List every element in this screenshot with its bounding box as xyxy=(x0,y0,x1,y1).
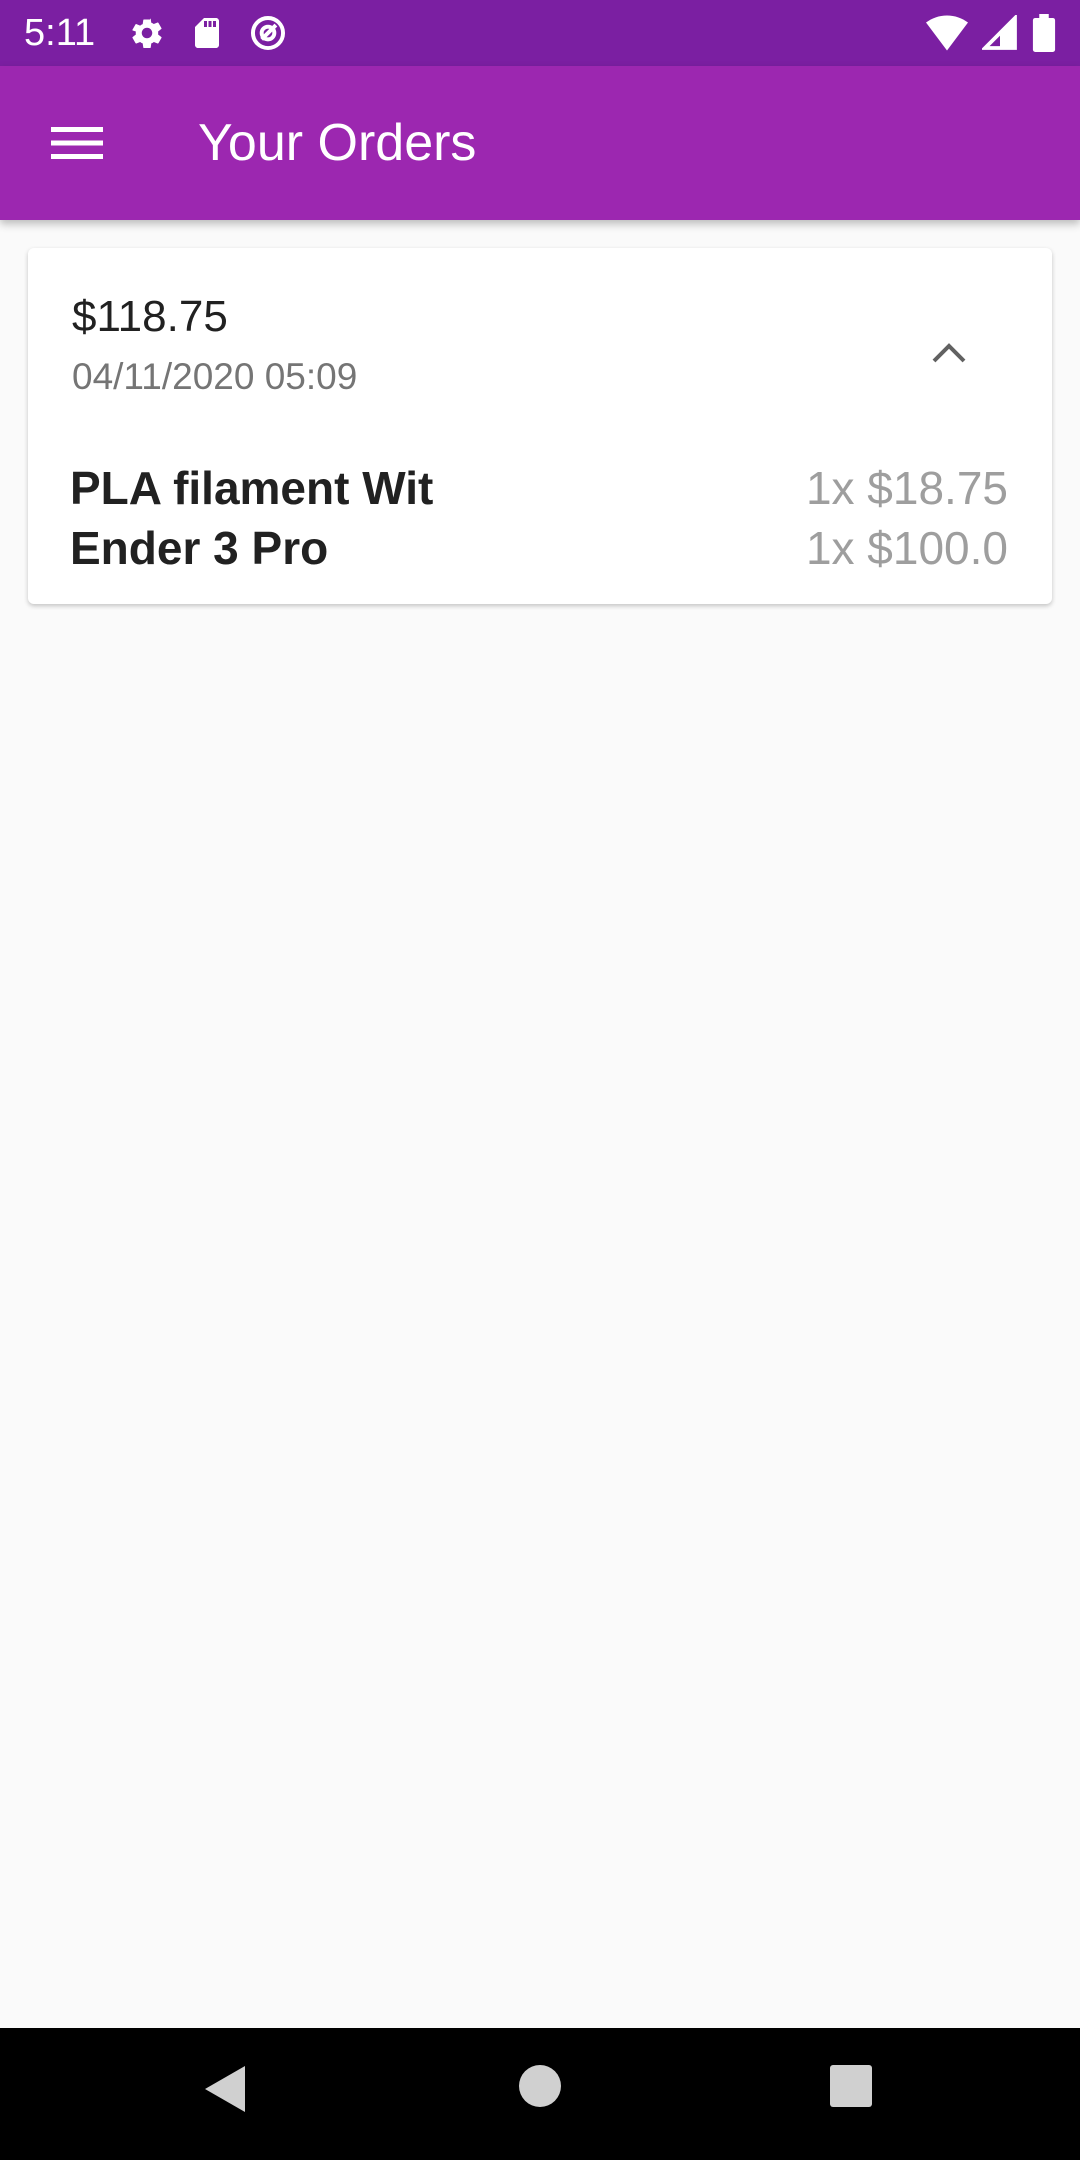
order-items: PLA filament Wit 1x $18.75 Ender 3 Pro 1… xyxy=(70,458,1008,578)
gear-icon xyxy=(129,15,165,51)
collapse-button[interactable] xyxy=(914,318,984,388)
item-name: PLA filament Wit xyxy=(70,462,434,514)
order-total: $118.75 xyxy=(72,292,228,341)
item-qty-price: 1x $18.75 xyxy=(805,462,1008,514)
order-card[interactable]: $118.75 04/11/2020 05:09 PLA filament Wi… xyxy=(28,248,1052,604)
back-icon[interactable] xyxy=(203,2064,247,2114)
status-icons-left xyxy=(129,14,287,52)
menu-button[interactable] xyxy=(0,66,154,220)
status-icons-right xyxy=(926,14,1056,52)
item-name: Ender 3 Pro xyxy=(70,522,329,574)
status-bar: 5:11 xyxy=(0,0,1080,66)
recents-icon[interactable] xyxy=(829,2064,873,2108)
order-item: Ender 3 Pro 1x $100.0 xyxy=(70,518,1008,578)
signal-icon xyxy=(982,15,1018,51)
item-qty-price: 1x $100.0 xyxy=(805,522,1008,574)
order-date: 04/11/2020 05:09 xyxy=(72,356,358,397)
page-title: Your Orders xyxy=(198,114,477,172)
order-item: PLA filament Wit 1x $18.75 xyxy=(70,458,1008,518)
wifi-icon xyxy=(926,15,968,51)
at-sign-icon xyxy=(249,14,287,52)
battery-icon xyxy=(1032,14,1056,52)
home-icon[interactable] xyxy=(518,2064,562,2108)
app-bar: Your Orders xyxy=(0,66,1080,220)
status-time: 5:11 xyxy=(24,11,96,54)
navigation-bar xyxy=(0,2028,1080,2160)
hamburger-menu-icon xyxy=(51,127,103,159)
sd-card-icon xyxy=(191,15,223,51)
chevron-up-icon xyxy=(932,343,966,363)
